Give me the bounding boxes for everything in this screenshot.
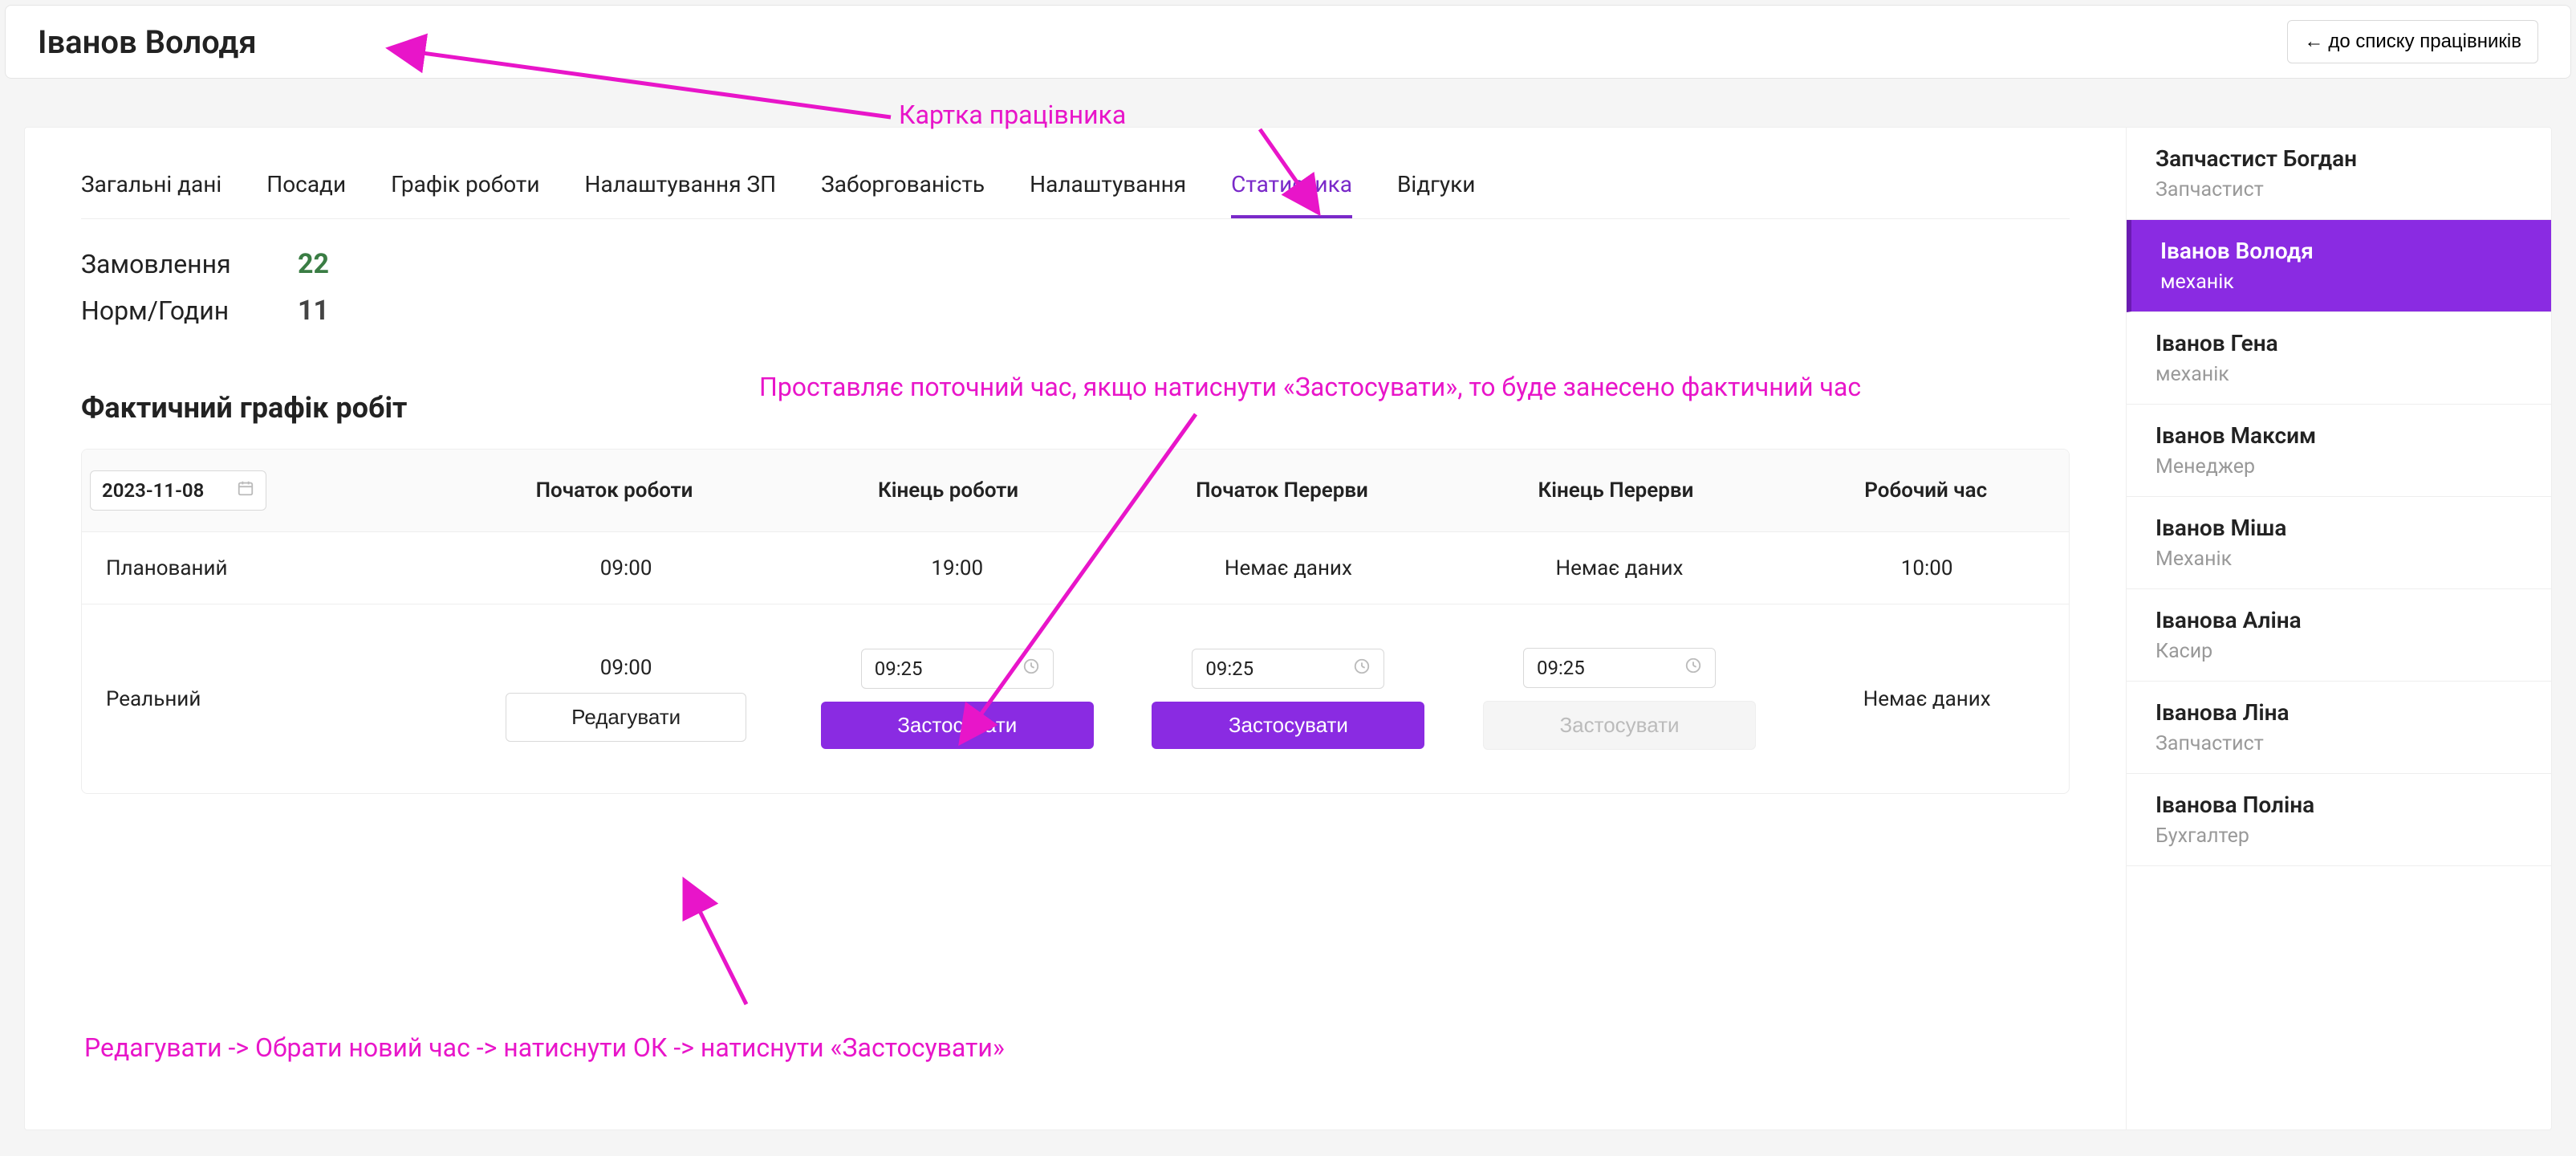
employee-role: Бухгалтер [2155, 824, 2522, 848]
planned-end: 19:00 [791, 532, 1123, 604]
header-date: 2023-11-08 [82, 450, 448, 531]
planned-break-end: Немає даних [1454, 532, 1786, 604]
employee-name: Іванов Володя [2160, 238, 2522, 264]
employee-item[interactable]: Іванов Максим Менеджер [2127, 405, 2551, 497]
normhours-label: Норм/Годин [81, 295, 266, 326]
row-planned: Планований 09:00 19:00 Немає даних Немає… [82, 532, 2069, 604]
employee-name: Іванов Гена [2155, 330, 2522, 356]
employee-item[interactable]: Запчастист Богдан Запчастист [2127, 128, 2551, 220]
tab-reviews[interactable]: Відгуки [1397, 171, 1475, 218]
employee-role: механік [2155, 363, 2522, 386]
normhours-value: 11 [298, 295, 329, 327]
employee-name: Іванова Ліна [2155, 699, 2522, 726]
employee-role: Механік [2155, 547, 2522, 571]
header-work-time: Робочий час [1782, 450, 2069, 531]
employee-list: Запчастист Богдан Запчастист Іванов Володя… [2127, 128, 2551, 866]
date-value: 2023-11-08 [102, 479, 204, 502]
employee-item[interactable]: Іванова Ліна Запчастист [2127, 682, 2551, 774]
employee-item[interactable]: Іванова Аліна Касир [2127, 589, 2551, 682]
break-end-time-value: 09:25 [1537, 657, 1585, 679]
tab-schedule[interactable]: Графік роботи [391, 171, 539, 218]
break-start-time-value: 09:25 [1205, 657, 1253, 680]
header-break-end: Кінець Перерви [1448, 450, 1782, 531]
break-start-time-input[interactable]: 09:25 [1192, 649, 1384, 689]
page-title: Іванов Володя [38, 23, 257, 61]
real-start-value: 09:00 [600, 656, 652, 680]
header-start: Початок роботи [448, 450, 782, 531]
orders-value: 22 [298, 248, 329, 280]
tabs: Загальні дані Посади Графік роботи Налаш… [81, 171, 2070, 219]
page-header: Іванов Володя ← до списку працівників [5, 5, 2571, 79]
orders-label: Замовлення [81, 249, 266, 279]
employee-item[interactable]: Іванов Володя механік [2127, 220, 2551, 312]
apply-break-end-button: Застосувати [1483, 701, 1756, 750]
real-work-time: Немає даних [1785, 629, 2069, 769]
apply-break-start-button[interactable]: Застосувати [1152, 702, 1424, 749]
planned-start: 09:00 [461, 532, 792, 604]
employee-name: Запчастист Богдан [2155, 145, 2522, 172]
clock-icon [1022, 657, 1040, 680]
header-break-start: Початок Перерви [1115, 450, 1449, 531]
tab-statistics[interactable]: Статистика [1231, 171, 1352, 218]
employee-name: Іванова Аліна [2155, 607, 2522, 633]
planned-work-time: 10:00 [1785, 532, 2069, 604]
employee-item[interactable]: Іванов Гена механік [2127, 312, 2551, 405]
back-label: до списку працівників [2328, 31, 2521, 53]
employee-name: Іванов Максим [2155, 422, 2522, 449]
real-break-start-cell: 09:25 Застосувати [1123, 629, 1454, 769]
arrow-left-icon: ← [2304, 31, 2323, 53]
table-header-row: 2023-11-08 Початок роботи Кінець роботи … [82, 450, 2069, 532]
back-to-list-button[interactable]: ← до списку працівників [2287, 20, 2538, 63]
main-column: Загальні дані Посади Графік роботи Налаш… [25, 128, 2126, 1130]
row-real: Реальний 09:00 Редагувати 09:25 Застосув… [82, 604, 2069, 793]
employee-role: Запчастист [2155, 732, 2522, 755]
employee-role: Менеджер [2155, 455, 2522, 478]
real-label: Реальний [82, 629, 461, 769]
real-break-end-cell: 09:25 Застосувати [1454, 629, 1786, 769]
tab-settings[interactable]: Налаштування [1030, 171, 1186, 218]
schedule-table: 2023-11-08 Початок роботи Кінець роботи … [81, 449, 2070, 794]
break-end-time-input[interactable]: 09:25 [1523, 648, 1716, 688]
planned-label: Планований [82, 532, 461, 604]
real-end-cell: 09:25 Застосувати [791, 629, 1123, 769]
employee-role: Касир [2155, 640, 2522, 663]
tab-general[interactable]: Загальні дані [81, 171, 221, 218]
planned-break-start: Немає даних [1123, 532, 1454, 604]
clock-icon [1353, 657, 1371, 680]
edit-button[interactable]: Редагувати [506, 693, 746, 742]
annotation-card: Картка працівника [899, 100, 1126, 130]
employee-item[interactable]: Іванов Міша Механік [2127, 497, 2551, 589]
tab-debt[interactable]: Заборгованість [821, 171, 985, 218]
tab-positions[interactable]: Посади [266, 171, 346, 218]
stats-normhours: Норм/Годин 11 [81, 295, 2070, 327]
tab-salary-settings[interactable]: Налаштування ЗП [585, 171, 777, 218]
end-time-value: 09:25 [875, 657, 923, 680]
clock-icon [1684, 657, 1702, 679]
stats-orders: Замовлення 22 [81, 248, 2070, 280]
employee-role: механік [2160, 271, 2522, 294]
employee-item[interactable]: Іванова Поліна Бухгалтер [2127, 774, 2551, 866]
employee-name: Іванов Міша [2155, 515, 2522, 541]
header-end: Кінець роботи [782, 450, 1115, 531]
content: Загальні дані Посади Графік роботи Налаш… [24, 127, 2552, 1130]
real-start-cell: 09:00 Редагувати [461, 629, 792, 769]
calendar-icon [237, 479, 254, 502]
employee-sidebar: Запчастист Богдан Запчастист Іванов Володя… [2126, 128, 2551, 1130]
date-input[interactable]: 2023-11-08 [90, 470, 266, 511]
end-time-input[interactable]: 09:25 [861, 649, 1054, 689]
section-title: Фактичний графік робіт [81, 391, 2070, 425]
apply-end-button[interactable]: Застосувати [821, 702, 1094, 749]
employee-name: Іванова Поліна [2155, 792, 2522, 818]
employee-role: Запчастист [2155, 178, 2522, 201]
